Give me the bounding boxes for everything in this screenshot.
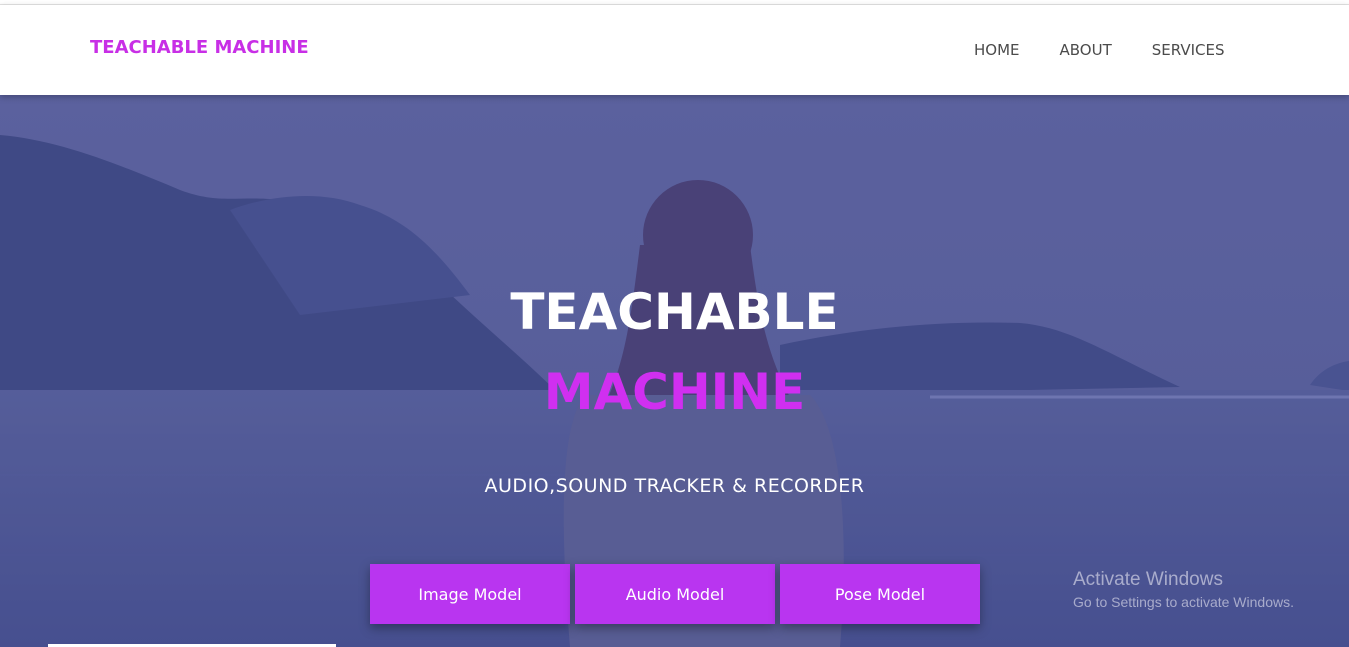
watermark-title: Activate Windows bbox=[1073, 569, 1223, 590]
navbar: TEACHABLE MACHINE HOME ABOUT SERVICES bbox=[0, 5, 1349, 95]
hero-title-line2: MACHINE bbox=[543, 363, 806, 421]
nav-services-link[interactable]: SERVICES bbox=[1152, 41, 1225, 59]
activate-windows-watermark: Activate Windows Go to Settings to activ… bbox=[1073, 569, 1294, 610]
hero-title-line1: TEACHABLE bbox=[510, 283, 839, 341]
audio-model-button[interactable]: Audio Model bbox=[575, 564, 775, 624]
watermark-subtitle: Go to Settings to activate Windows. bbox=[1073, 594, 1294, 610]
hero-section: TEACHABLE MACHINE AUDIO,SOUND TRACKER & … bbox=[0, 95, 1349, 647]
pose-model-button[interactable]: Pose Model bbox=[780, 564, 980, 624]
model-button-row: Image Model Audio Model Pose Model bbox=[370, 564, 980, 624]
brand-logo-link[interactable]: TEACHABLE MACHINE bbox=[90, 37, 309, 58]
nav-about-link[interactable]: ABOUT bbox=[1060, 41, 1112, 59]
image-model-button[interactable]: Image Model bbox=[370, 564, 570, 624]
hero-subtitle: AUDIO,SOUND TRACKER & RECORDER bbox=[484, 475, 865, 497]
nav-home-link[interactable]: HOME bbox=[974, 41, 1020, 59]
nav-links: HOME ABOUT SERVICES bbox=[974, 41, 1265, 59]
